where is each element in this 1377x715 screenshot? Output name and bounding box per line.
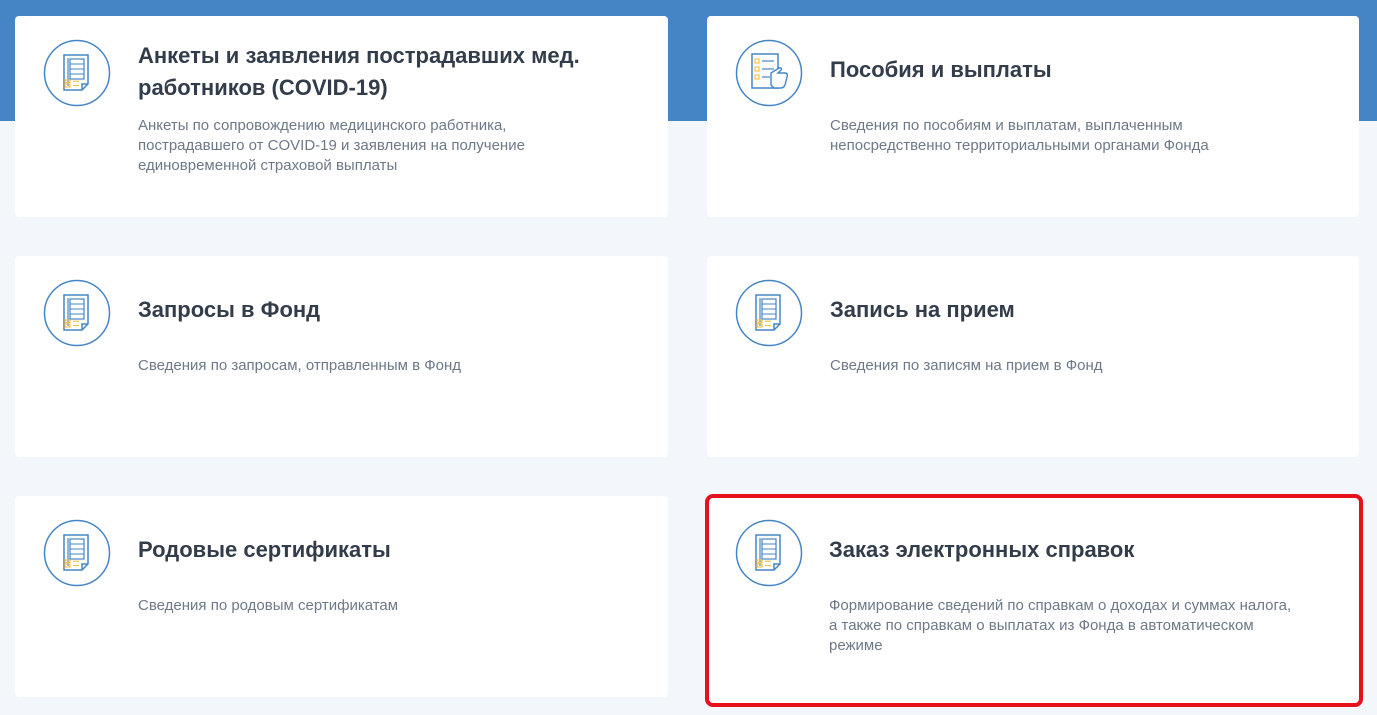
card-description: Сведения по записям на прием в Фонд — [830, 357, 1103, 374]
card-electronic-certificates-order[interactable]: Заказ электронных справок Формирование с… — [705, 494, 1363, 707]
checklist-hand-icon — [735, 39, 803, 107]
card-birth-certificates[interactable]: Родовые сертификаты Сведения по родовым … — [15, 496, 668, 697]
document-list-icon — [43, 279, 111, 347]
card-title: Запросы в Фонд — [138, 297, 321, 322]
card-description: Сведения по родовым сертификатам — [138, 597, 399, 614]
card-description: Сведения по пособиям и выплатам, выплаче… — [830, 117, 1209, 154]
card-title: Пособия и выплаты — [830, 57, 1052, 82]
card-title: Анкеты и заявления пострадавших мед. раб… — [138, 43, 580, 100]
card-benefits-payments[interactable]: Пособия и выплаты Сведения по пособиям и… — [707, 16, 1359, 217]
document-list-icon — [43, 39, 111, 107]
document-list-icon — [735, 279, 803, 347]
card-description: Формирование сведений по справкам о дохо… — [829, 597, 1292, 654]
card-description: Сведения по запросам, отправленным в Фон… — [138, 357, 461, 374]
card-title: Запись на прием — [830, 297, 1015, 322]
document-list-icon — [735, 519, 803, 587]
card-appointments[interactable]: Запись на прием Сведения по записям на п… — [707, 256, 1359, 457]
card-title: Заказ электронных справок — [829, 537, 1135, 562]
card-title: Родовые сертификаты — [138, 537, 391, 562]
card-description: Анкеты по сопровождению медицинского раб… — [138, 117, 525, 174]
card-fund-requests[interactable]: Запросы в Фонд Сведения по запросам, отп… — [15, 256, 668, 457]
document-list-icon — [43, 519, 111, 587]
card-covid-applications[interactable]: Анкеты и заявления пострадавших мед. раб… — [15, 16, 668, 217]
